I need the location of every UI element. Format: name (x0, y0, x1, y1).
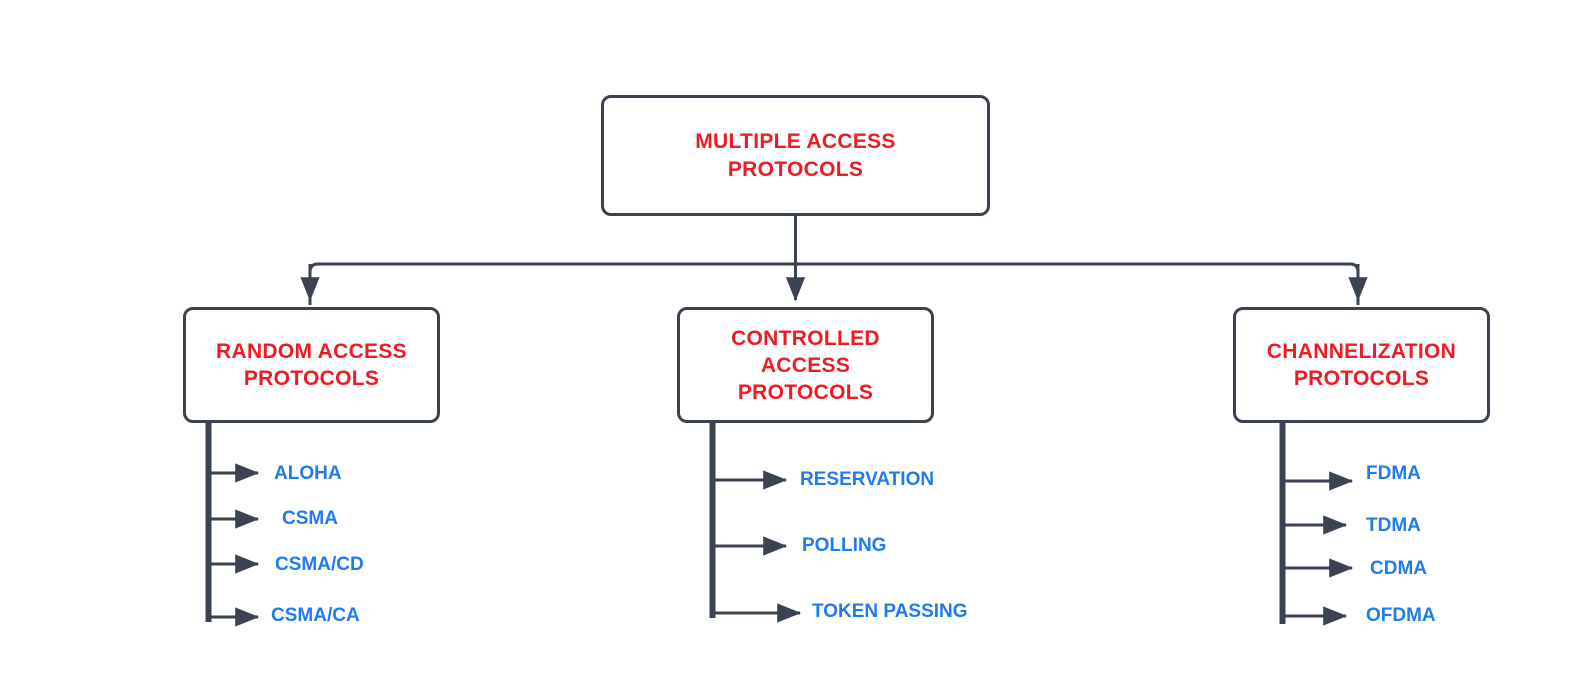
leaf-label-token-passing[interactable]: TOKEN PASSING (812, 602, 968, 621)
node-label: CONTROLLED ACCESS PROTOCOLS (731, 326, 880, 404)
node-multiple-access-protocols[interactable]: MULTIPLE ACCESS PROTOCOLS (601, 95, 990, 216)
branch-trunk-controlled-access (709, 423, 802, 623)
branch-trunk-random-access (205, 423, 260, 627)
node-label: RANDOM ACCESS PROTOCOLS (216, 340, 407, 390)
leaf-label-reservation[interactable]: RESERVATION (800, 470, 934, 489)
node-random-access-protocols[interactable]: RANDOM ACCESS PROTOCOLS (183, 307, 440, 423)
child-drop-arrows (300, 264, 1368, 302)
leaf-label-csma[interactable]: CSMA (282, 509, 338, 528)
leaf-label-csma-cd[interactable]: CSMA/CD (275, 555, 364, 574)
leaf-label-aloha[interactable]: ALOHA (274, 464, 342, 483)
node-label: CHANNELIZATION PROTOCOLS (1266, 340, 1457, 390)
leaf-label-cdma[interactable]: CDMA (1370, 559, 1427, 578)
diagram-canvas: MULTIPLE ACCESS PROTOCOLS RANDOM ACCESS … (0, 0, 1594, 699)
leaf-label-tdma[interactable]: TDMA (1366, 516, 1421, 535)
leaf-label-csma-ca[interactable]: CSMA/CA (271, 606, 360, 625)
leaf-label-fdma[interactable]: FDMA (1366, 464, 1421, 483)
node-label: MULTIPLE ACCESS PROTOCOLS (695, 129, 896, 181)
node-channelization-protocols[interactable]: CHANNELIZATION PROTOCOLS (1233, 307, 1490, 423)
leaf-label-polling[interactable]: POLLING (802, 536, 886, 555)
leaf-label-ofdma[interactable]: OFDMA (1366, 606, 1436, 625)
node-controlled-access-protocols[interactable]: CONTROLLED ACCESS PROTOCOLS (677, 307, 934, 423)
branch-trunk-channelization (1279, 423, 1354, 626)
root-to-bus-connector (308, 216, 1360, 305)
